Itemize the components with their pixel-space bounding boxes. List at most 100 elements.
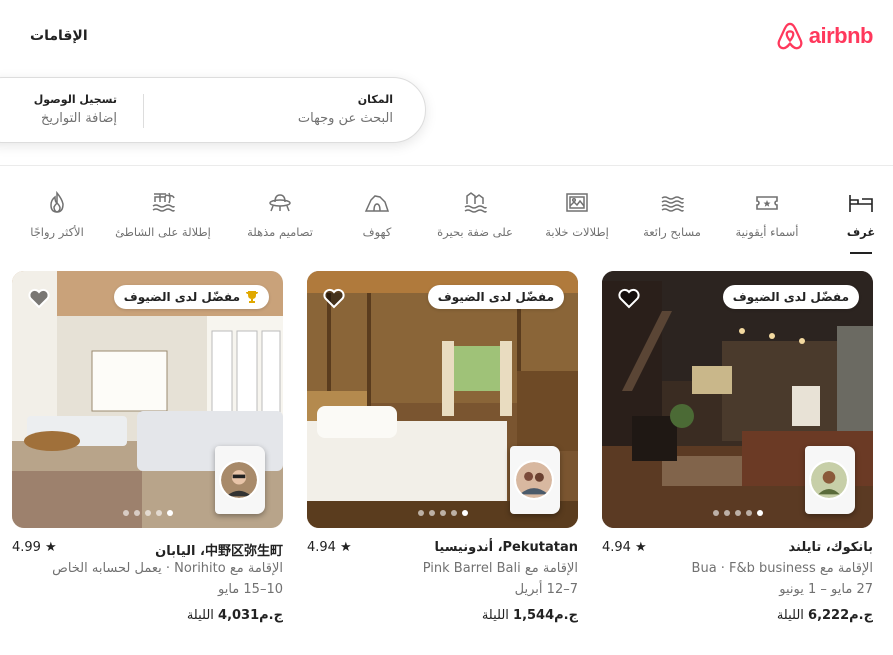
- price-amount: ج.م6,222: [808, 608, 873, 623]
- category-views[interactable]: إطلالات خلابة: [522, 190, 632, 239]
- favorite-heart-icon[interactable]: [26, 285, 52, 311]
- header: airbnb الإقامات المكان البحث عن وجهات تس…: [0, 0, 893, 166]
- carousel-dot[interactable]: [712, 510, 719, 516]
- listing-photo[interactable]: مفضّل لدى الضيوف: [602, 271, 873, 528]
- listing-title: Pekutatan، أندونيسيا: [434, 540, 578, 555]
- listing-host: الإقامة مع Norihito · يعمل لحسابه الخاص: [52, 561, 283, 576]
- search-where-label: المكان: [357, 93, 393, 106]
- price-unit: الليلة: [481, 608, 509, 623]
- brand-name: airbnb: [808, 23, 874, 48]
- rooms-icon: [849, 195, 873, 212]
- carousel-dot[interactable]: [723, 510, 730, 516]
- listing-rating: 4.94 ★: [602, 540, 647, 555]
- carousel-dot[interactable]: [745, 510, 752, 516]
- airbnb-logo[interactable]: airbnb: [775, 20, 874, 52]
- category-label: على ضفة بحيرة: [437, 225, 513, 239]
- flame-icon: [50, 190, 64, 213]
- lake-icon: [464, 192, 487, 213]
- star-icon: ★: [339, 540, 352, 555]
- photo-carousel-dots: [712, 510, 763, 516]
- host-avatar: [514, 460, 554, 500]
- listing-info: Pekutatan، أندونيسيا 4.94 ★ الإقامة مع P…: [307, 540, 578, 650]
- tab-stays[interactable]: الإقامات: [30, 28, 88, 44]
- picture-icon: [566, 193, 588, 212]
- listing-photo[interactable]: مفضّل لدى الضيوف: [12, 271, 283, 528]
- badge-label: مفضّل لدى الضيوف: [437, 290, 554, 304]
- price-unit: الليلة: [186, 608, 214, 623]
- carousel-dot[interactable]: [734, 510, 741, 516]
- listing-card[interactable]: مفضّل لدى الضيوف 中野区弥生町، اليابان 4.99 ★ …: [12, 271, 283, 650]
- host-avatar: [809, 460, 849, 500]
- category-iconic[interactable]: أسماء أيقونية: [712, 190, 822, 239]
- star-icon: ★: [634, 540, 647, 555]
- category-pools[interactable]: مسابح رائعة: [617, 190, 727, 239]
- search-where-input[interactable]: البحث عن وجهات: [298, 108, 393, 130]
- search-where[interactable]: المكان البحث عن وجهات: [298, 92, 393, 130]
- host-card: [215, 446, 265, 514]
- trophy-icon: [246, 291, 258, 303]
- listing-title: بانكوك، تايلند: [788, 540, 874, 555]
- carousel-dot[interactable]: [417, 510, 424, 516]
- price-amount: ج.م4,031: [218, 608, 283, 623]
- category-trending[interactable]: الأكثر رواجًا: [2, 190, 112, 239]
- carousel-dot[interactable]: [439, 510, 446, 516]
- cave-icon: [364, 195, 390, 212]
- host-card: [510, 446, 560, 514]
- category-label: غرف: [846, 225, 876, 239]
- carousel-dot-active[interactable]: [166, 510, 173, 516]
- listing-rating: 4.99 ★: [12, 540, 57, 555]
- beach-icon: [152, 192, 175, 212]
- category-caves[interactable]: كهوف: [322, 190, 432, 239]
- guest-favorite-badge: مفضّل لدى الضيوف: [722, 285, 859, 309]
- category-label: إطلالة على الشاطئ: [115, 225, 211, 239]
- airbnb-logo-icon: [777, 22, 803, 50]
- carousel-dot-active[interactable]: [756, 510, 763, 516]
- category-label: الأكثر رواجًا: [30, 225, 84, 239]
- favorite-heart-icon[interactable]: [616, 285, 642, 311]
- carousel-dot-active[interactable]: [461, 510, 468, 516]
- search-checkin-input[interactable]: إضافة التواريخ: [34, 108, 117, 130]
- carousel-dot[interactable]: [144, 510, 151, 516]
- host-card: [805, 446, 855, 514]
- listing-dates: 27 مايو – 1 يونيو: [779, 582, 873, 597]
- listing-card[interactable]: مفضّل لدى الضيوف Pekutatan، أندونيسيا 4.…: [307, 271, 578, 650]
- listing-dates: 7–12 أبريل: [514, 582, 578, 597]
- listing-info: 中野区弥生町، اليابان 4.99 ★ الإقامة مع Norihi…: [12, 540, 283, 650]
- listing-price: ج.م6,222 الليلة: [777, 608, 873, 623]
- search-checkin[interactable]: تسجيل الوصول إضافة التواريخ: [34, 92, 117, 130]
- search-divider: [143, 94, 144, 128]
- rating-value: 4.94: [602, 540, 631, 555]
- carousel-dot[interactable]: [450, 510, 457, 516]
- ufo-icon: [269, 194, 291, 212]
- category-label: كهوف: [362, 225, 392, 239]
- price-unit: الليلة: [776, 608, 804, 623]
- listing-host: الإقامة مع Bua · F&b business: [691, 561, 873, 576]
- category-label: أسماء أيقونية: [735, 225, 799, 239]
- rating-value: 4.99: [12, 540, 41, 555]
- price-amount: ج.م1,544: [513, 608, 578, 623]
- listing-price: ج.م4,031 الليلة: [187, 608, 283, 623]
- listing-dates: 10–15 مايو: [218, 582, 283, 597]
- category-lakefront[interactable]: على ضفة بحيرة: [420, 190, 530, 239]
- badge-label: مفضّل لدى الضيوف: [732, 290, 849, 304]
- favorite-heart-icon[interactable]: [321, 285, 347, 311]
- pool-icon: [661, 196, 684, 212]
- listing-card[interactable]: مفضّل لدى الضيوف بانكوك، تايلند 4.94 ★ ا…: [602, 271, 873, 650]
- host-avatar: [219, 460, 259, 500]
- carousel-dot[interactable]: [122, 510, 129, 516]
- listing-photo[interactable]: مفضّل لدى الضيوف: [307, 271, 578, 528]
- guest-favorite-badge: مفضّل لدى الضيوف: [113, 285, 269, 309]
- search-bar[interactable]: المكان البحث عن وجهات تسجيل الوصول إضافة…: [0, 77, 426, 143]
- category-amazing-design[interactable]: تصاميم مذهلة: [225, 190, 335, 239]
- carousel-dot[interactable]: [133, 510, 140, 516]
- category-beachfront[interactable]: إطلالة على الشاطئ: [108, 190, 218, 239]
- listing-price: ج.م1,544 الليلة: [482, 608, 578, 623]
- listing-info: بانكوك، تايلند 4.94 ★ الإقامة مع Bua · F…: [602, 540, 873, 650]
- category-label: إطلالات خلابة: [545, 225, 609, 239]
- star-icon: ★: [44, 540, 57, 555]
- ticket-icon: [756, 196, 778, 210]
- carousel-dot[interactable]: [428, 510, 435, 516]
- photo-carousel-dots: [417, 510, 468, 516]
- carousel-dot[interactable]: [155, 510, 162, 516]
- active-category-underline: [850, 252, 872, 254]
